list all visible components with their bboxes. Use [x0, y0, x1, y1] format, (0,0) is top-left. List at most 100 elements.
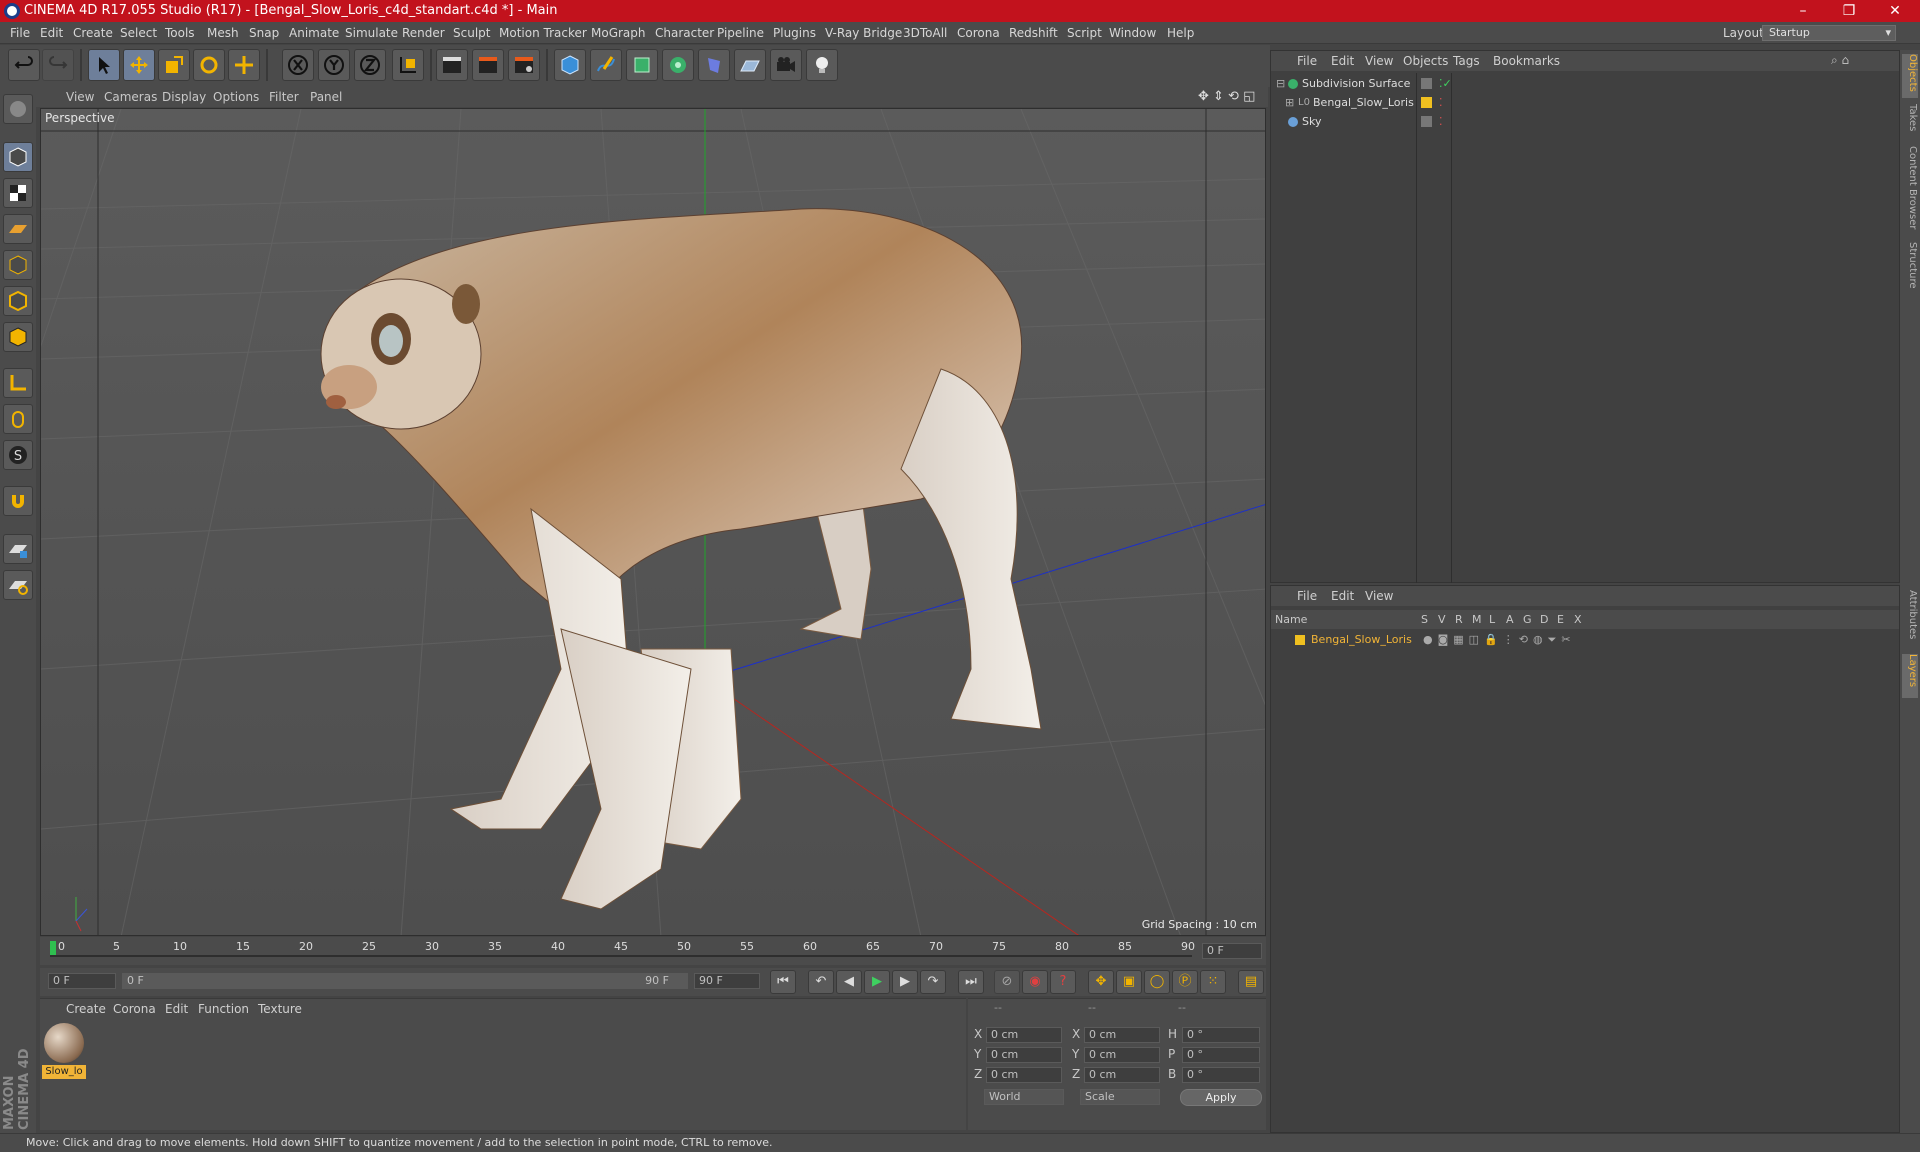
layer-toggle-icons[interactable]: ●◙▦◫🔒⋮⟲◍⏷✂: [1423, 630, 1576, 649]
workplane-mode-button[interactable]: [3, 214, 33, 244]
record-off-button[interactable]: ⊘: [994, 970, 1020, 994]
play-button[interactable]: ▶: [864, 970, 890, 994]
tab-layers[interactable]: Layers: [1902, 654, 1918, 698]
step-back-button[interactable]: ◀: [836, 970, 862, 994]
viewport-menu-options[interactable]: Options: [213, 87, 259, 107]
undo-button[interactable]: [8, 49, 40, 81]
start-frame-field[interactable]: 0 F: [48, 973, 116, 989]
menu-mograph[interactable]: MoGraph: [586, 22, 651, 44]
render-picture-viewer-button[interactable]: [472, 49, 504, 81]
rotate-tool-button[interactable]: [193, 49, 225, 81]
cloner-button[interactable]: [662, 49, 694, 81]
close-button[interactable]: ✕: [1872, 0, 1918, 22]
material-menu-create[interactable]: Create: [66, 999, 106, 1019]
previous-key-button[interactable]: ↶: [808, 970, 834, 994]
menu-tools[interactable]: Tools: [160, 22, 200, 44]
menu-simulate[interactable]: Simulate: [340, 22, 403, 44]
render-settings-button[interactable]: [508, 49, 540, 81]
visibility-dots-icon[interactable]: ⁚: [1439, 93, 1443, 112]
tab-takes[interactable]: Takes: [1902, 104, 1918, 140]
menu-edit[interactable]: Edit: [35, 22, 68, 44]
tab-structure[interactable]: Structure: [1902, 242, 1918, 294]
key-rotation-button[interactable]: ◯: [1144, 970, 1170, 994]
material-menu-function[interactable]: Function: [198, 999, 249, 1019]
tab-objects[interactable]: Objects: [1902, 54, 1918, 98]
menu-create[interactable]: Create: [68, 22, 118, 44]
pen-spline-button[interactable]: [590, 49, 622, 81]
rotation-b-field[interactable]: 0 °: [1182, 1067, 1260, 1083]
menu-mesh[interactable]: Mesh: [202, 22, 244, 44]
rotation-h-field[interactable]: 0 °: [1182, 1027, 1260, 1043]
object-menu-file[interactable]: File: [1297, 51, 1317, 71]
object-row-sky[interactable]: Sky ⁚: [1271, 112, 1899, 131]
size-mode-select[interactable]: Scale: [1080, 1089, 1160, 1105]
menu-render[interactable]: Render: [397, 22, 450, 44]
move-tool-button[interactable]: [123, 49, 155, 81]
layer-menu-edit[interactable]: Edit: [1331, 586, 1354, 606]
material-slot[interactable]: Slow_lo: [42, 1023, 86, 1081]
current-frame-field[interactable]: 0 F: [1202, 943, 1262, 959]
menu-redshift[interactable]: Redshift: [1004, 22, 1063, 44]
collapse-icon[interactable]: ⊟: [1276, 74, 1285, 93]
menu-character[interactable]: Character: [650, 22, 719, 44]
model-mode-button[interactable]: [3, 142, 33, 172]
y-axis-button[interactable]: [318, 49, 350, 81]
object-row-loris[interactable]: ⊞ L0 Bengal_Slow_Loris ⁚: [1271, 93, 1899, 112]
object-menu-edit[interactable]: Edit: [1331, 51, 1354, 71]
axis-mode-button[interactable]: [3, 368, 33, 398]
polygons-mode-button[interactable]: [3, 322, 33, 352]
object-menu-objects[interactable]: Objects: [1403, 51, 1448, 71]
layer-color-swatch[interactable]: [1295, 635, 1305, 645]
object-row-subdivision[interactable]: ⊟ Subdivision Surface ⁚✓: [1271, 74, 1899, 93]
record-button[interactable]: ◉: [1022, 970, 1048, 994]
maximize-button[interactable]: ❐: [1826, 0, 1872, 22]
visibility-dots-icon[interactable]: ⁚: [1439, 112, 1443, 131]
layer-menu-view[interactable]: View: [1365, 586, 1393, 606]
step-forward-button[interactable]: ▶: [892, 970, 918, 994]
camera-button[interactable]: [770, 49, 802, 81]
points-mode-button[interactable]: [3, 250, 33, 280]
render-view-button[interactable]: [436, 49, 468, 81]
position-y-field[interactable]: 0 cm: [986, 1047, 1062, 1063]
menu-3dtoall[interactable]: 3DToAll: [898, 22, 952, 44]
light-button[interactable]: [806, 49, 838, 81]
make-editable-button[interactable]: [3, 94, 33, 124]
menu-file[interactable]: File: [5, 22, 35, 44]
frame-range-slider[interactable]: 0 F 90 F: [122, 973, 688, 989]
layout-select[interactable]: Startup ▾: [1762, 25, 1896, 41]
cube-object-button[interactable]: [554, 49, 586, 81]
viewport-menu-panel[interactable]: Panel: [310, 87, 342, 107]
menu-window[interactable]: Window: [1104, 22, 1161, 44]
material-menu-corona[interactable]: Corona: [113, 999, 156, 1019]
edges-mode-button[interactable]: [3, 286, 33, 316]
expand-icon[interactable]: ⊞: [1285, 93, 1294, 112]
layer-menu-file[interactable]: File: [1297, 586, 1317, 606]
menu-vray-bridge[interactable]: V-Ray Bridge: [820, 22, 907, 44]
go-to-end-button[interactable]: ⏭: [958, 970, 984, 994]
live-select-button[interactable]: [228, 49, 260, 81]
object-menu-view[interactable]: View: [1365, 51, 1393, 71]
rotation-p-field[interactable]: 0 °: [1182, 1047, 1260, 1063]
scale-tool-button[interactable]: [158, 49, 190, 81]
next-key-button[interactable]: ↷: [920, 970, 946, 994]
x-axis-button[interactable]: [282, 49, 314, 81]
viewport-nav-icons[interactable]: ✥ ⇕ ⟲ ◱: [1198, 89, 1255, 104]
texture-mode-button[interactable]: [3, 178, 33, 208]
size-x-field[interactable]: 0 cm: [1084, 1027, 1160, 1043]
subdivision-surface-button[interactable]: [626, 49, 658, 81]
position-z-field[interactable]: 0 cm: [986, 1067, 1062, 1083]
menu-snap[interactable]: Snap: [244, 22, 284, 44]
viewport-menu-display[interactable]: Display: [162, 87, 206, 107]
menu-script[interactable]: Script: [1062, 22, 1107, 44]
key-scale-button[interactable]: ▣: [1116, 970, 1142, 994]
viewport-menu-view[interactable]: View: [66, 87, 94, 107]
tab-content-browser[interactable]: Content Browser: [1902, 146, 1918, 236]
select-tool-button[interactable]: [88, 49, 120, 81]
snap-button[interactable]: [3, 486, 33, 516]
size-y-field[interactable]: 0 cm: [1084, 1047, 1160, 1063]
object-menu-tags[interactable]: Tags: [1453, 51, 1480, 71]
viewport-menu-cameras[interactable]: Cameras: [104, 87, 157, 107]
end-frame-field[interactable]: 90 F: [694, 973, 760, 989]
z-axis-button[interactable]: [354, 49, 386, 81]
key-parameter-button[interactable]: Ⓟ: [1172, 970, 1198, 994]
